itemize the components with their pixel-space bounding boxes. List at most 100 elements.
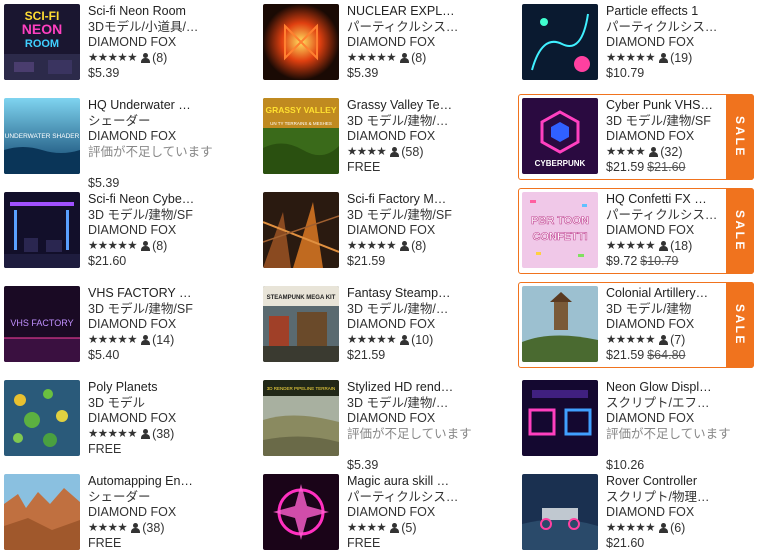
asset-card[interactable]: NUCLEAR EXPL… パーティクルシス… DIAMOND FOX ★★★★… [259, 0, 509, 86]
thumb-text: VHS FACTORY [10, 318, 73, 328]
asset-thumbnail[interactable] [522, 4, 598, 80]
asset-card[interactable]: Automapping En… シェーダー DIAMOND FOX ★★★★ (3… [0, 470, 250, 556]
asset-publisher[interactable]: DIAMOND FOX [347, 411, 503, 427]
magic-aura-image [263, 474, 339, 550]
asset-thumbnail[interactable] [263, 192, 339, 268]
asset-thumbnail[interactable] [4, 192, 80, 268]
asset-publisher[interactable]: DIAMOND FOX [606, 411, 752, 427]
rating-count: (38) [152, 426, 175, 441]
rating-count: (8) [152, 50, 168, 65]
asset-thumbnail[interactable] [522, 474, 598, 550]
asset-title[interactable]: Sci-fi Factory M… [347, 192, 503, 208]
sale-price: $21.59 [606, 160, 645, 174]
asset-card[interactable]: PBR TOON CONFETTI HQ Confetti FX … パーティク… [518, 188, 754, 274]
asset-card[interactable]: Particle effects 1 パーティクルシス… DIAMOND FOX… [518, 0, 758, 86]
asset-card[interactable]: Poly Planets 3D モデル DIAMOND FOX ★★★★★ (38… [0, 376, 250, 462]
asset-thumbnail[interactable] [4, 380, 80, 456]
asset-rating: ★★★★★ (8) [347, 51, 503, 67]
asset-thumbnail[interactable]: CYBERPUNK [522, 98, 598, 174]
asset-category[interactable]: 3D モデル/建物/SF [347, 208, 503, 224]
asset-card[interactable]: Sci-fi Factory M… 3D モデル/建物/SF DIAMOND F… [259, 188, 509, 274]
star-rating: ★★★★★ [347, 239, 397, 252]
asset-thumbnail[interactable]: 3D RENDER PIPELINE TERRAIN [263, 380, 339, 456]
asset-category[interactable]: スクリプト/物理… [606, 490, 752, 506]
asset-category[interactable]: パーティクルシス… [606, 208, 719, 224]
asset-category[interactable]: 3D モデル [88, 396, 244, 412]
asset-thumbnail[interactable] [522, 380, 598, 456]
asset-category[interactable]: 3D モデル/建物/SF [606, 114, 719, 130]
asset-title[interactable]: Neon Glow Displ… [606, 380, 752, 396]
asset-card[interactable]: Colonial Artillery… 3D モデル/建物 DIAMOND FO… [518, 282, 754, 368]
asset-publisher[interactable]: DIAMOND FOX [347, 505, 503, 521]
asset-card[interactable]: Neon Glow Displ… スクリプト/エフ… DIAMOND FOX 評… [518, 376, 758, 472]
asset-thumbnail[interactable] [263, 474, 339, 550]
asset-title[interactable]: Sci-fi Neon Cybe… [88, 192, 244, 208]
asset-card[interactable]: Rover Controller スクリプト/物理… DIAMOND FOX ★… [518, 470, 758, 556]
asset-publisher[interactable]: DIAMOND FOX [606, 505, 752, 521]
asset-category[interactable]: シェーダー [88, 114, 244, 130]
asset-title[interactable]: Stylized HD rend… [347, 380, 503, 396]
asset-publisher[interactable]: DIAMOND FOX [347, 223, 503, 239]
asset-card[interactable]: VHS FACTORY VHS FACTORY … 3D モデル/建物/SF D… [0, 282, 250, 368]
asset-category[interactable]: 3D モデル/建物 [606, 302, 719, 318]
asset-publisher[interactable]: DIAMOND FOX [606, 35, 752, 51]
asset-title[interactable]: Magic aura skill … [347, 474, 503, 490]
asset-card[interactable]: SCI-FI NEON ROOM Sci-fi Neon Room 3Dモデル/… [0, 0, 250, 86]
asset-card[interactable]: UNDERWATER SHADER HQ Underwater … シェーダー … [0, 94, 250, 190]
rating-count: (8) [152, 238, 168, 253]
asset-publisher[interactable]: DIAMOND FOX [88, 223, 244, 239]
asset-card[interactable]: GRASSY VALLEY UN TY TERRAINS & MESHES Gr… [259, 94, 509, 180]
asset-category[interactable]: 3D モデル/建物/SF [88, 302, 244, 318]
asset-title[interactable]: Grassy Valley Te… [347, 98, 503, 114]
asset-category[interactable]: スクリプト/エフ… [606, 396, 752, 412]
asset-thumbnail[interactable]: VHS FACTORY [4, 286, 80, 362]
asset-card[interactable]: Magic aura skill … パーティクルシス… DIAMOND FOX… [259, 470, 509, 556]
asset-publisher[interactable]: DIAMOND FOX [606, 223, 719, 239]
asset-price: $21.59 $21.60 [606, 160, 719, 176]
asset-card[interactable]: CYBERPUNK Cyber Punk VHS… 3D モデル/建物/SF D… [518, 94, 754, 180]
asset-title[interactable]: HQ Confetti FX … [606, 192, 719, 208]
asset-title[interactable]: Colonial Artillery… [606, 286, 719, 302]
asset-category[interactable]: 3D モデル/建物/… [347, 114, 503, 130]
asset-publisher[interactable]: DIAMOND FOX [88, 35, 244, 51]
asset-thumbnail[interactable]: PBR TOON CONFETTI [522, 192, 598, 268]
asset-title[interactable]: Automapping En… [88, 474, 244, 490]
asset-thumbnail[interactable] [522, 286, 598, 362]
asset-category[interactable]: 3D モデル/建物/… [347, 302, 503, 318]
asset-publisher[interactable]: DIAMOND FOX [88, 129, 244, 145]
asset-category[interactable]: 3Dモデル/小道具/… [88, 20, 244, 36]
asset-title[interactable]: VHS FACTORY … [88, 286, 244, 302]
asset-thumbnail[interactable]: SCI-FI NEON ROOM [4, 4, 80, 80]
asset-publisher[interactable]: DIAMOND FOX [347, 317, 503, 333]
asset-publisher[interactable]: DIAMOND FOX [347, 35, 503, 51]
asset-category[interactable]: パーティクルシス… [347, 490, 503, 506]
asset-publisher[interactable]: DIAMOND FOX [88, 317, 244, 333]
asset-publisher[interactable]: DIAMOND FOX [347, 129, 503, 145]
asset-thumbnail[interactable] [4, 474, 80, 550]
asset-title[interactable]: Sci-fi Neon Room [88, 4, 244, 20]
asset-title[interactable]: Poly Planets [88, 380, 244, 396]
asset-title[interactable]: Rover Controller [606, 474, 752, 490]
asset-title[interactable]: Particle effects 1 [606, 4, 752, 20]
asset-category[interactable]: パーティクルシス… [606, 20, 752, 36]
asset-title[interactable]: Fantasy Steamp… [347, 286, 503, 302]
asset-publisher[interactable]: DIAMOND FOX [606, 129, 719, 145]
asset-card[interactable]: Sci-fi Neon Cybe… 3D モデル/建物/SF DIAMOND F… [0, 188, 250, 274]
asset-title[interactable]: Cyber Punk VHS… [606, 98, 719, 114]
asset-price: FREE [88, 442, 122, 456]
asset-publisher[interactable]: DIAMOND FOX [88, 411, 244, 427]
asset-category[interactable]: 3D モデル/建物/… [347, 396, 503, 412]
asset-category[interactable]: パーティクルシス… [347, 20, 503, 36]
asset-title[interactable]: HQ Underwater … [88, 98, 244, 114]
asset-thumbnail[interactable] [263, 4, 339, 80]
asset-title[interactable]: NUCLEAR EXPL… [347, 4, 503, 20]
asset-card[interactable]: 3D RENDER PIPELINE TERRAIN Stylized HD r… [259, 376, 509, 472]
asset-category[interactable]: 3D モデル/建物/SF [88, 208, 244, 224]
asset-publisher[interactable]: DIAMOND FOX [88, 505, 244, 521]
asset-publisher[interactable]: DIAMOND FOX [606, 317, 719, 333]
asset-thumbnail[interactable]: UNDERWATER SHADER [4, 98, 80, 174]
asset-thumbnail[interactable]: STEAMPUNK MEGA KIT [263, 286, 339, 362]
asset-category[interactable]: シェーダー [88, 490, 244, 506]
asset-card[interactable]: STEAMPUNK MEGA KIT Fantasy Steamp… 3D モデ… [259, 282, 509, 368]
asset-thumbnail[interactable]: GRASSY VALLEY UN TY TERRAINS & MESHES [263, 98, 339, 174]
